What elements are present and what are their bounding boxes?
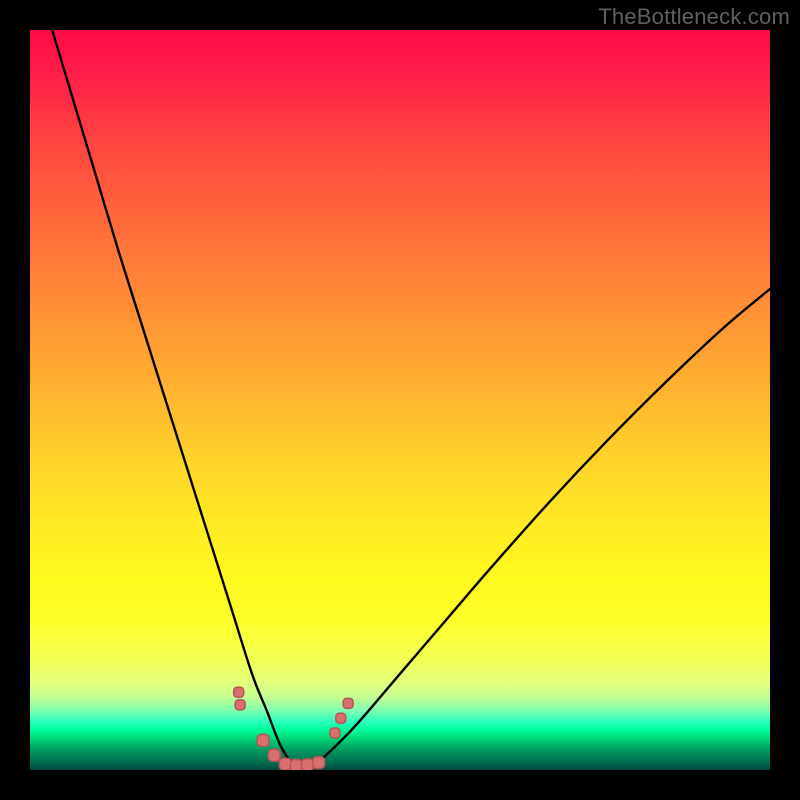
curve-layer [52, 30, 770, 768]
bottleneck-curve-svg [30, 30, 770, 770]
floor-marker [330, 728, 340, 738]
watermark-text: TheBottleneck.com [598, 4, 790, 30]
outer-frame: TheBottleneck.com [0, 0, 800, 800]
floor-marker [290, 760, 302, 770]
floor-marker [343, 698, 353, 708]
floor-marker [234, 687, 244, 697]
floor-marker [313, 757, 325, 769]
floor-marker [268, 749, 280, 761]
floor-marker [336, 713, 346, 723]
floor-marker [302, 759, 314, 770]
floor-markers-layer [234, 687, 354, 770]
floor-marker [279, 758, 291, 770]
plot-area [30, 30, 770, 770]
floor-marker [235, 700, 245, 710]
bottleneck-curve [52, 30, 770, 768]
floor-marker [257, 734, 269, 746]
